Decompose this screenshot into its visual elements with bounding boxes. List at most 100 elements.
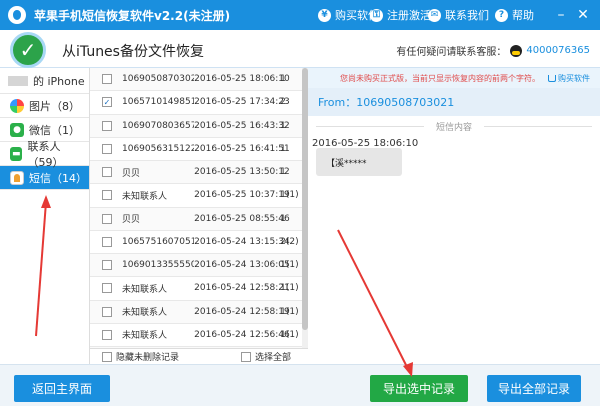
message-count: 1(1) [280,260,299,271]
back-to-main-button[interactable]: 返回主界面 [14,375,110,402]
sender-number: 10657101498511 [122,97,195,108]
select-all-label: 选择全部 [255,353,292,363]
category-sidebar: 的 iPhone 图片（8） ● 微信（1） ▬ 联系人（59） 短信（14） [0,68,90,364]
apple-logo-icon [8,6,26,24]
row-checkbox[interactable]: ✓ [102,97,112,108]
row-checkbox[interactable] [102,213,112,224]
sender-number: 10690133555500 [122,260,195,271]
export-selected-button[interactable]: 导出选中记录 [370,375,468,402]
row-checkbox[interactable] [102,236,112,247]
message-count: 1 [280,74,286,85]
wechat-icon: ● [10,122,24,137]
sms-conversation-list: 10690508703021 2016-05-25 18:06:10 1 ✓ 10657… [90,68,302,348]
select-all-checkbox[interactable] [241,351,252,362]
sidebar-item-label: 图片（8） [29,99,80,113]
sender-number: 106575160705166 [122,236,195,247]
from-number: 10690508703021 [356,95,455,109]
table-row[interactable]: 贝贝 2016-05-25 08:55:46 1 [90,207,302,231]
buy-software-link[interactable]: 购买软件 [548,73,590,84]
from-label: From： [318,96,357,109]
window-title: 苹果手机短信恢复软件v2.2(未注册) [34,8,231,23]
message-time: 2016-05-24 13:15:34 [194,236,290,247]
message-count: 1(1) [280,329,299,340]
trial-notice: 您尚未购买正式版，当前只显示恢复内容的前两个字符。 购买软件 [308,68,600,88]
message-count: 1 [280,143,286,154]
row-checkbox[interactable] [102,167,112,178]
sender-number: 未知联系人 [122,284,168,295]
photos-icon [10,98,24,113]
sidebar-item-label: 微信（1） [29,123,80,137]
buy-link-label: 购买软件 [558,73,590,83]
register-menu[interactable]: ⚿ 注册激活 [370,0,431,30]
hide-deleted-label: 隐藏未删除记录 [116,353,180,363]
row-checkbox[interactable] [102,143,112,154]
sender-number: 10690708036579 [122,120,195,131]
message-time: 2016-05-24 13:06:05 [194,260,290,271]
sender-number: 10690563151227 [122,143,195,154]
redacted-device-name [8,75,28,86]
message-bubble: 【溪***** [316,148,402,176]
sender-number: 贝贝 [122,168,141,179]
sender-number: 10690508703021 [122,74,195,85]
contact-us-menu[interactable]: ✉ 联系我们 [428,0,489,30]
table-row[interactable]: 10690708036579 2016-05-25 16:43:32 1 [90,114,302,138]
minimize-icon[interactable]: – [552,6,570,24]
help-label: 帮助 [512,9,534,22]
table-row[interactable]: 未知联系人 2016-05-25 10:37:19 1(1) [90,184,302,208]
sender-number: 未知联系人 [122,308,168,319]
message-count: 1(1) [280,190,299,201]
contacts-icon: ▬ [10,146,23,161]
message-time: 2016-05-24 12:58:21 [194,283,290,294]
message-count: 1 [280,213,286,224]
mail-icon: ✉ [428,8,441,22]
table-row[interactable]: 未知联系人 2016-05-24 12:56:46 1(1) [90,324,302,347]
sidebar-item-contacts[interactable]: ▬ 联系人（59） [0,140,89,169]
close-icon[interactable]: ✕ [574,6,592,24]
row-checkbox[interactable] [102,329,112,340]
table-row[interactable]: 1065751607051662016-05-24 13:15:342(2) [90,231,302,254]
row-checkbox[interactable] [102,120,112,131]
divider-line-right [484,126,592,127]
help-menu[interactable]: ? 帮助 [495,0,534,30]
hide-deleted-checkbox[interactable] [102,351,112,362]
support-qq-number[interactable]: 4000076365 [526,45,590,56]
message-count: 1(1) [280,283,299,294]
table-row[interactable]: 未知联系人 2016-05-24 12:58:19 1(1) [90,300,302,324]
table-row[interactable]: 10690508703021 2016-05-25 18:06:10 1 [90,68,302,92]
sms-icon [10,170,24,185]
table-row[interactable]: 未知联系人 2016-05-24 12:58:21 1(1) [90,277,302,301]
table-row[interactable]: 10690133555500 2016-05-24 13:06:05 1(1) [90,254,302,278]
cart-icon: ¥ [318,8,331,22]
row-checkbox[interactable] [102,260,112,271]
message-count: 1(1) [280,306,299,317]
device-name-label: 的 iPhone [33,74,85,88]
table-row[interactable]: 10690563151227 2016-05-25 16:41:51 1 [90,138,302,161]
qq-penguin-icon [510,44,523,57]
table-row[interactable]: ✓ 10657101498511 2016-05-25 17:34:23 2 [90,91,302,115]
sidebar-device[interactable]: 的 iPhone [0,68,89,94]
brand-checkmark-icon: ✓ [10,32,46,68]
message-time: 2016-05-25 10:37:19 [194,190,290,201]
support-contact: 有任何疑问请联系客服： 4000076365 [396,43,590,58]
message-time: 2016-05-25 17:34:23 [194,97,290,108]
message-detail-pane: 短信内容 2016-05-25 18:06:10 【溪***** [308,116,600,364]
row-checkbox[interactable] [102,306,112,317]
message-time: 2016-05-24 12:56:46 [194,329,290,340]
message-count: 1 [280,167,286,178]
row-checkbox[interactable] [102,190,112,201]
table-row[interactable]: 贝贝 2016-05-25 13:50:12 1 [90,161,302,185]
message-sender: From： 10690508703021 [308,88,600,116]
register-label: 注册激活 [387,9,431,22]
message-time: 2016-05-24 12:58:19 [194,306,290,317]
message-time: 2016-05-25 13:50:12 [194,167,290,178]
sidebar-item-sms[interactable]: 短信（14） [0,166,89,190]
export-all-button[interactable]: 导出全部记录 [487,375,581,402]
page-title: 从iTunes备份文件恢复 [62,44,204,60]
sidebar-item-label: 联系人（59） [27,139,64,169]
row-checkbox[interactable] [102,283,112,294]
sidebar-item-photos[interactable]: 图片（8） [0,94,89,118]
row-checkbox[interactable] [102,74,112,85]
cart-icon [548,74,556,82]
message-count: 2 [280,97,286,108]
bottom-action-bar: 返回主界面 导出选中记录 导出全部记录 [0,364,600,406]
